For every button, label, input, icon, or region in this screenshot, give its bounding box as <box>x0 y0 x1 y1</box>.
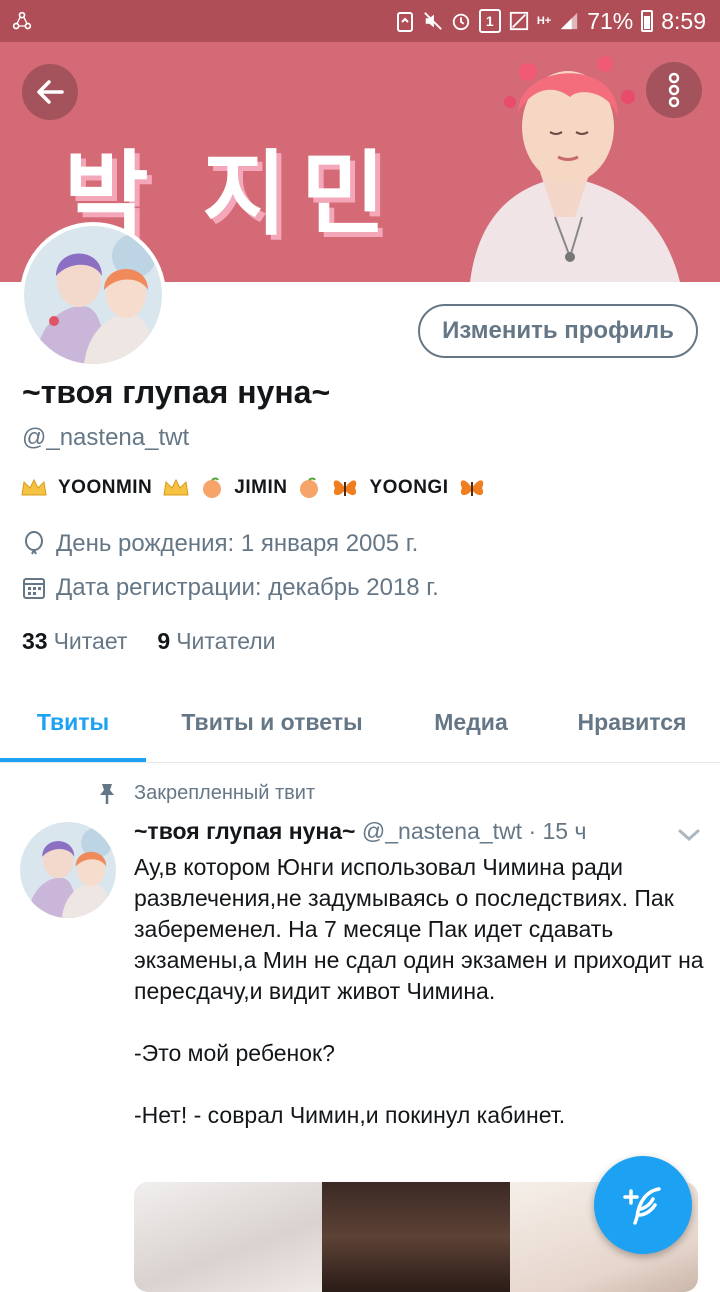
joined-text: Дата регистрации: декабрь 2018 г. <box>56 574 439 601</box>
followers-count: 9 <box>157 628 171 654</box>
chevron-down-icon[interactable] <box>676 826 702 844</box>
birthday-row: День рождения: 1 января 2005 г. <box>22 530 418 558</box>
crown-icon <box>163 478 189 496</box>
network-type: H+ <box>536 14 552 27</box>
battery-icon <box>641 10 654 32</box>
tweet-avatar[interactable] <box>20 822 116 918</box>
pinned-label: Закрепленный твит <box>134 782 316 804</box>
peach-icon <box>300 477 319 498</box>
followers-link[interactable]: 9 Читатели <box>157 628 275 655</box>
sim-badge: 1 <box>478 9 501 33</box>
signal-icon <box>559 10 579 32</box>
recycle-icon <box>395 10 415 32</box>
back-button[interactable] <box>22 64 78 120</box>
bio-text-3: YOONGI <box>369 477 449 498</box>
alarm-icon <box>451 10 471 32</box>
birthday-text: День рождения: 1 января 2005 г. <box>56 530 419 557</box>
arrow-left-icon <box>37 80 64 104</box>
compose-feather-icon <box>623 1187 661 1225</box>
bio: YOONMIN JIMIN YOONGI <box>20 476 486 500</box>
bio-text-1: YOONMIN <box>58 477 153 498</box>
profile-tabs: Твиты Твиты и ответы Медиа Нравится <box>0 684 720 763</box>
clock: 8:59 <box>661 7 706 34</box>
tab-tweets-and-replies[interactable]: Твиты и ответы <box>146 684 398 760</box>
pin-icon <box>100 784 114 804</box>
calendar-icon <box>23 578 45 599</box>
followers-label: Читатели <box>176 628 276 654</box>
mute-icon <box>423 10 443 32</box>
following-count: 33 <box>22 628 48 654</box>
crown-icon <box>21 478 47 496</box>
peach-icon <box>203 477 222 498</box>
profile-avatar[interactable] <box>20 222 166 368</box>
more-options-button[interactable] <box>646 62 702 118</box>
tweet-time: · 15 ч <box>528 818 587 844</box>
share-icon <box>12 10 32 32</box>
butterfly-icon <box>334 480 357 496</box>
joined-row: Дата регистрации: декабрь 2018 г. <box>22 574 439 602</box>
media-image-2[interactable] <box>322 1182 510 1292</box>
bio-text-2: JIMIN <box>234 477 288 498</box>
tweet-text: Ау,в котором Юнги использовал Чимина рад… <box>134 854 704 1128</box>
wifi-off-icon <box>509 10 529 32</box>
more-vertical-icon <box>668 72 680 108</box>
balloon-icon <box>25 531 43 555</box>
compose-tweet-button[interactable] <box>594 1156 692 1254</box>
user-handle: @_nastena_twt <box>22 424 190 451</box>
tweet-author-name[interactable]: ~твоя глупая нуна~ <box>134 818 356 844</box>
follow-stats: 33 Читает 9 Читатели <box>22 628 276 655</box>
following-label: Читает <box>53 628 128 654</box>
edit-profile-button[interactable]: Изменить профиль <box>418 304 698 358</box>
media-image-1[interactable] <box>134 1182 322 1292</box>
tab-tweets[interactable]: Твиты <box>0 684 146 762</box>
following-link[interactable]: 33 Читает <box>22 628 127 655</box>
battery-percent: 71% <box>587 7 634 34</box>
tweet-header: ~твоя глупая нуна~ @_nastena_twt · 15 ч <box>134 818 586 845</box>
status-bar: 1 H+ 71% 8:59 <box>0 0 720 42</box>
tweet-author-handle: @_nastena_twt <box>361 818 523 844</box>
tab-media[interactable]: Медиа <box>398 684 544 760</box>
display-name: ~твоя глупая нуна~ <box>22 374 331 410</box>
butterfly-icon <box>461 480 484 496</box>
tab-likes[interactable]: Нравится <box>544 684 720 760</box>
